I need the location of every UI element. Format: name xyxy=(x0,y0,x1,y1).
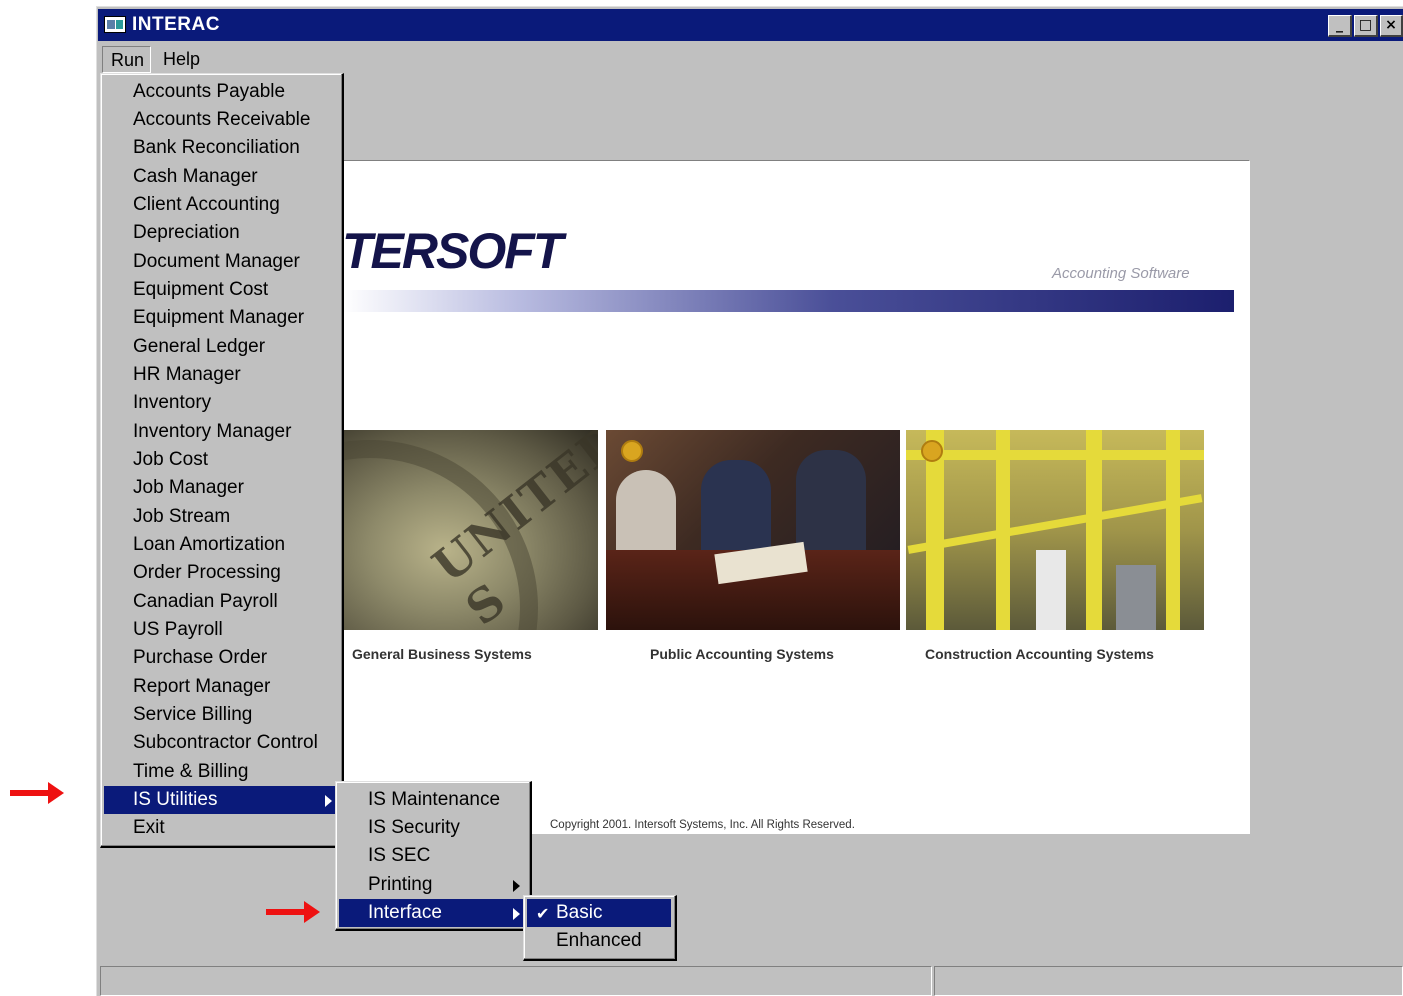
is-utilities-submenu: IS Maintenance IS Security IS SEC Printi… xyxy=(335,781,532,931)
copyright-text: Copyright 2001. Intersoft Systems, Inc. … xyxy=(550,819,855,831)
menu-item-is-utilities-label: IS Utilities xyxy=(133,789,218,810)
menu-item-job-stream[interactable]: Job Stream xyxy=(104,503,338,531)
menu-item-is-maintenance[interactable]: IS Maintenance xyxy=(339,786,526,814)
decorative-band xyxy=(342,290,1234,312)
menu-item-printing[interactable]: Printing xyxy=(339,871,526,899)
menu-item-canadian-payroll[interactable]: Canadian Payroll xyxy=(104,588,338,616)
menu-item-is-security[interactable]: IS Security xyxy=(339,814,526,842)
maximize-button[interactable]: □ xyxy=(1354,15,1378,37)
coin-photo: UNITED S xyxy=(342,430,598,630)
interface-submenu: ✔ Basic Enhanced xyxy=(523,895,677,961)
menu-item-job-cost[interactable]: Job Cost xyxy=(104,446,338,474)
company-logo: TERSOFT xyxy=(342,223,563,279)
menu-item-cash-manager[interactable]: Cash Manager xyxy=(104,163,338,191)
caption-general-business: General Business Systems xyxy=(352,646,532,662)
menu-item-printing-label: Printing xyxy=(368,874,433,895)
menu-item-purchase-order[interactable]: Purchase Order xyxy=(104,644,338,672)
status-pane-secondary xyxy=(934,966,1403,996)
menu-item-general-ledger[interactable]: General Ledger xyxy=(104,333,338,361)
menu-item-equipment-manager[interactable]: Equipment Manager xyxy=(104,304,338,332)
tagline: Accounting Software xyxy=(1052,265,1190,282)
menu-help[interactable]: Help xyxy=(155,46,208,73)
minimize-button[interactable]: _ xyxy=(1328,15,1352,37)
status-pane-main xyxy=(100,966,932,996)
title-bar[interactable] xyxy=(98,9,1403,41)
menu-item-time-billing[interactable]: Time & Billing xyxy=(104,758,338,786)
arrow-badge-icon xyxy=(621,440,643,462)
caption-public-accounting: Public Accounting Systems xyxy=(650,646,834,662)
window-title: INTERAC xyxy=(132,14,220,35)
menu-item-equipment-cost[interactable]: Equipment Cost xyxy=(104,276,338,304)
menu-item-inventory-manager[interactable]: Inventory Manager xyxy=(104,418,338,446)
arrow-badge-icon xyxy=(921,440,943,462)
menu-item-hr-manager[interactable]: HR Manager xyxy=(104,361,338,389)
red-arrow-icon xyxy=(266,901,320,923)
meeting-photo xyxy=(606,430,900,630)
menu-item-basic[interactable]: ✔ Basic xyxy=(527,899,671,927)
menu-item-is-sec[interactable]: IS SEC xyxy=(339,842,526,870)
red-arrow-icon xyxy=(10,782,64,804)
menu-item-client-accounting[interactable]: Client Accounting xyxy=(104,191,338,219)
chevron-right-icon xyxy=(513,908,520,920)
menu-item-us-payroll[interactable]: US Payroll xyxy=(104,616,338,644)
menu-item-inventory[interactable]: Inventory xyxy=(104,389,338,417)
menu-item-basic-label: Basic xyxy=(556,902,603,923)
chevron-right-icon xyxy=(513,880,520,892)
menu-item-service-billing[interactable]: Service Billing xyxy=(104,701,338,729)
menu-item-loan-amortization[interactable]: Loan Amortization xyxy=(104,531,338,559)
menu-item-is-utilities[interactable]: IS Utilities xyxy=(104,786,338,814)
caption-construction: Construction Accounting Systems xyxy=(925,646,1154,662)
app-icon[interactable] xyxy=(104,16,126,33)
menu-run[interactable]: Run xyxy=(102,46,151,73)
menu-item-bank-reconciliation[interactable]: Bank Reconciliation xyxy=(104,134,338,162)
menu-item-subcontractor-control[interactable]: Subcontractor Control xyxy=(104,729,338,757)
menu-bar xyxy=(98,42,1403,74)
menu-item-order-processing[interactable]: Order Processing xyxy=(104,559,338,587)
close-button[interactable]: × xyxy=(1380,15,1403,37)
run-menu: Accounts Payable Accounts Receivable Ban… xyxy=(100,73,344,848)
menu-item-interface-label: Interface xyxy=(368,902,442,923)
menu-item-accounts-payable[interactable]: Accounts Payable xyxy=(104,78,338,106)
chevron-right-icon xyxy=(325,795,332,807)
check-icon: ✔ xyxy=(536,904,550,923)
menu-item-interface[interactable]: Interface xyxy=(339,899,526,927)
menu-item-job-manager[interactable]: Job Manager xyxy=(104,474,338,502)
menu-item-accounts-receivable[interactable]: Accounts Receivable xyxy=(104,106,338,134)
menu-item-exit[interactable]: Exit xyxy=(104,814,338,842)
menu-item-report-manager[interactable]: Report Manager xyxy=(104,673,338,701)
menu-item-enhanced[interactable]: Enhanced xyxy=(527,927,671,955)
construction-photo xyxy=(906,430,1204,630)
menu-item-depreciation[interactable]: Depreciation xyxy=(104,219,338,247)
menu-item-document-manager[interactable]: Document Manager xyxy=(104,248,338,276)
